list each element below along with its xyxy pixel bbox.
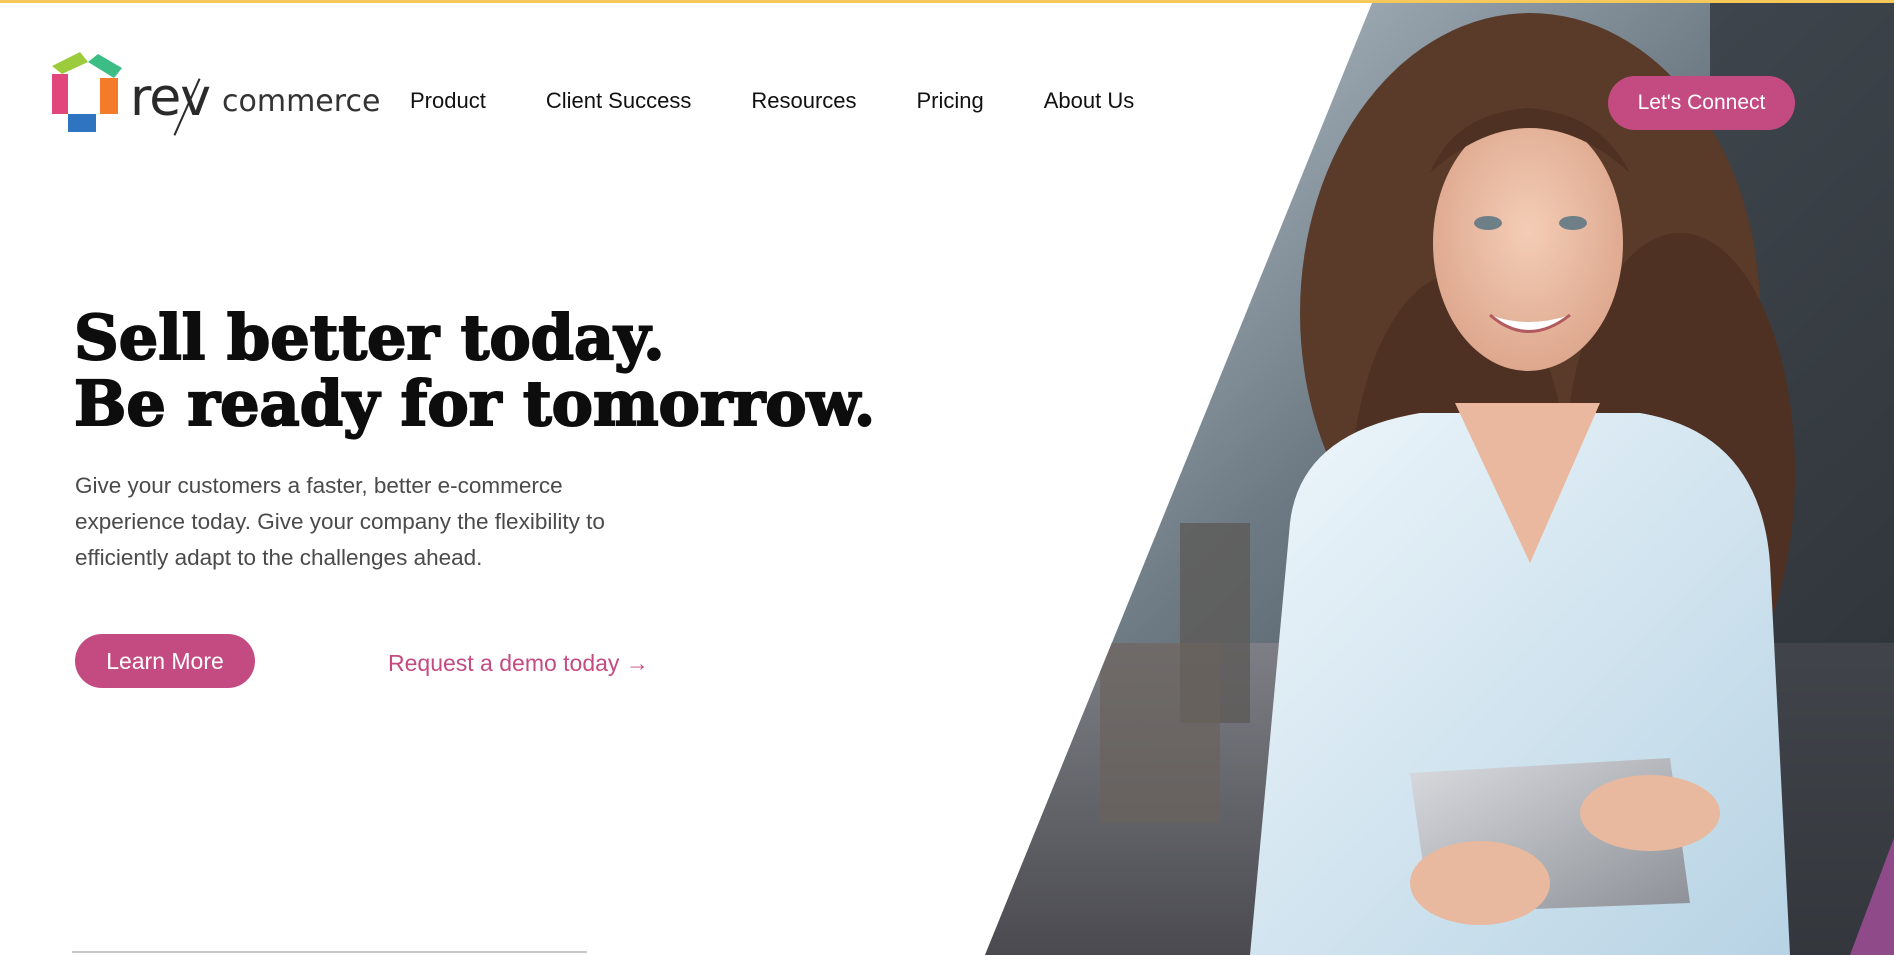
logo-commerce-text: commerce (222, 84, 381, 119)
logo-wordmark: rev commerce (130, 68, 380, 128)
site-header: rev commerce Product Client Success Resou… (0, 0, 1894, 200)
hero-intro-text: Give your customers a faster, better e-c… (75, 473, 605, 570)
nav-link-client-success[interactable]: Client Success (546, 88, 692, 114)
headline-line-1: Sell better today. (73, 301, 666, 374)
bottom-divider (72, 951, 587, 953)
main-nav: Product Client Success Resources Pricing… (410, 88, 1194, 114)
learn-more-button[interactable]: Learn More (75, 634, 255, 688)
nav-link-pricing[interactable]: Pricing (917, 88, 984, 114)
nav-link-about-us[interactable]: About Us (1044, 88, 1135, 114)
lets-connect-button[interactable]: Let's Connect (1608, 76, 1795, 130)
headline-line-2: Be ready for tomorrow. (73, 367, 876, 440)
nav-link-product[interactable]: Product (410, 88, 486, 114)
nav-link-resources[interactable]: Resources (751, 88, 856, 114)
request-demo-link[interactable]: Request a demo today → (388, 650, 649, 677)
hero-headline: Sell better today. Be ready for tomorrow… (73, 301, 876, 440)
